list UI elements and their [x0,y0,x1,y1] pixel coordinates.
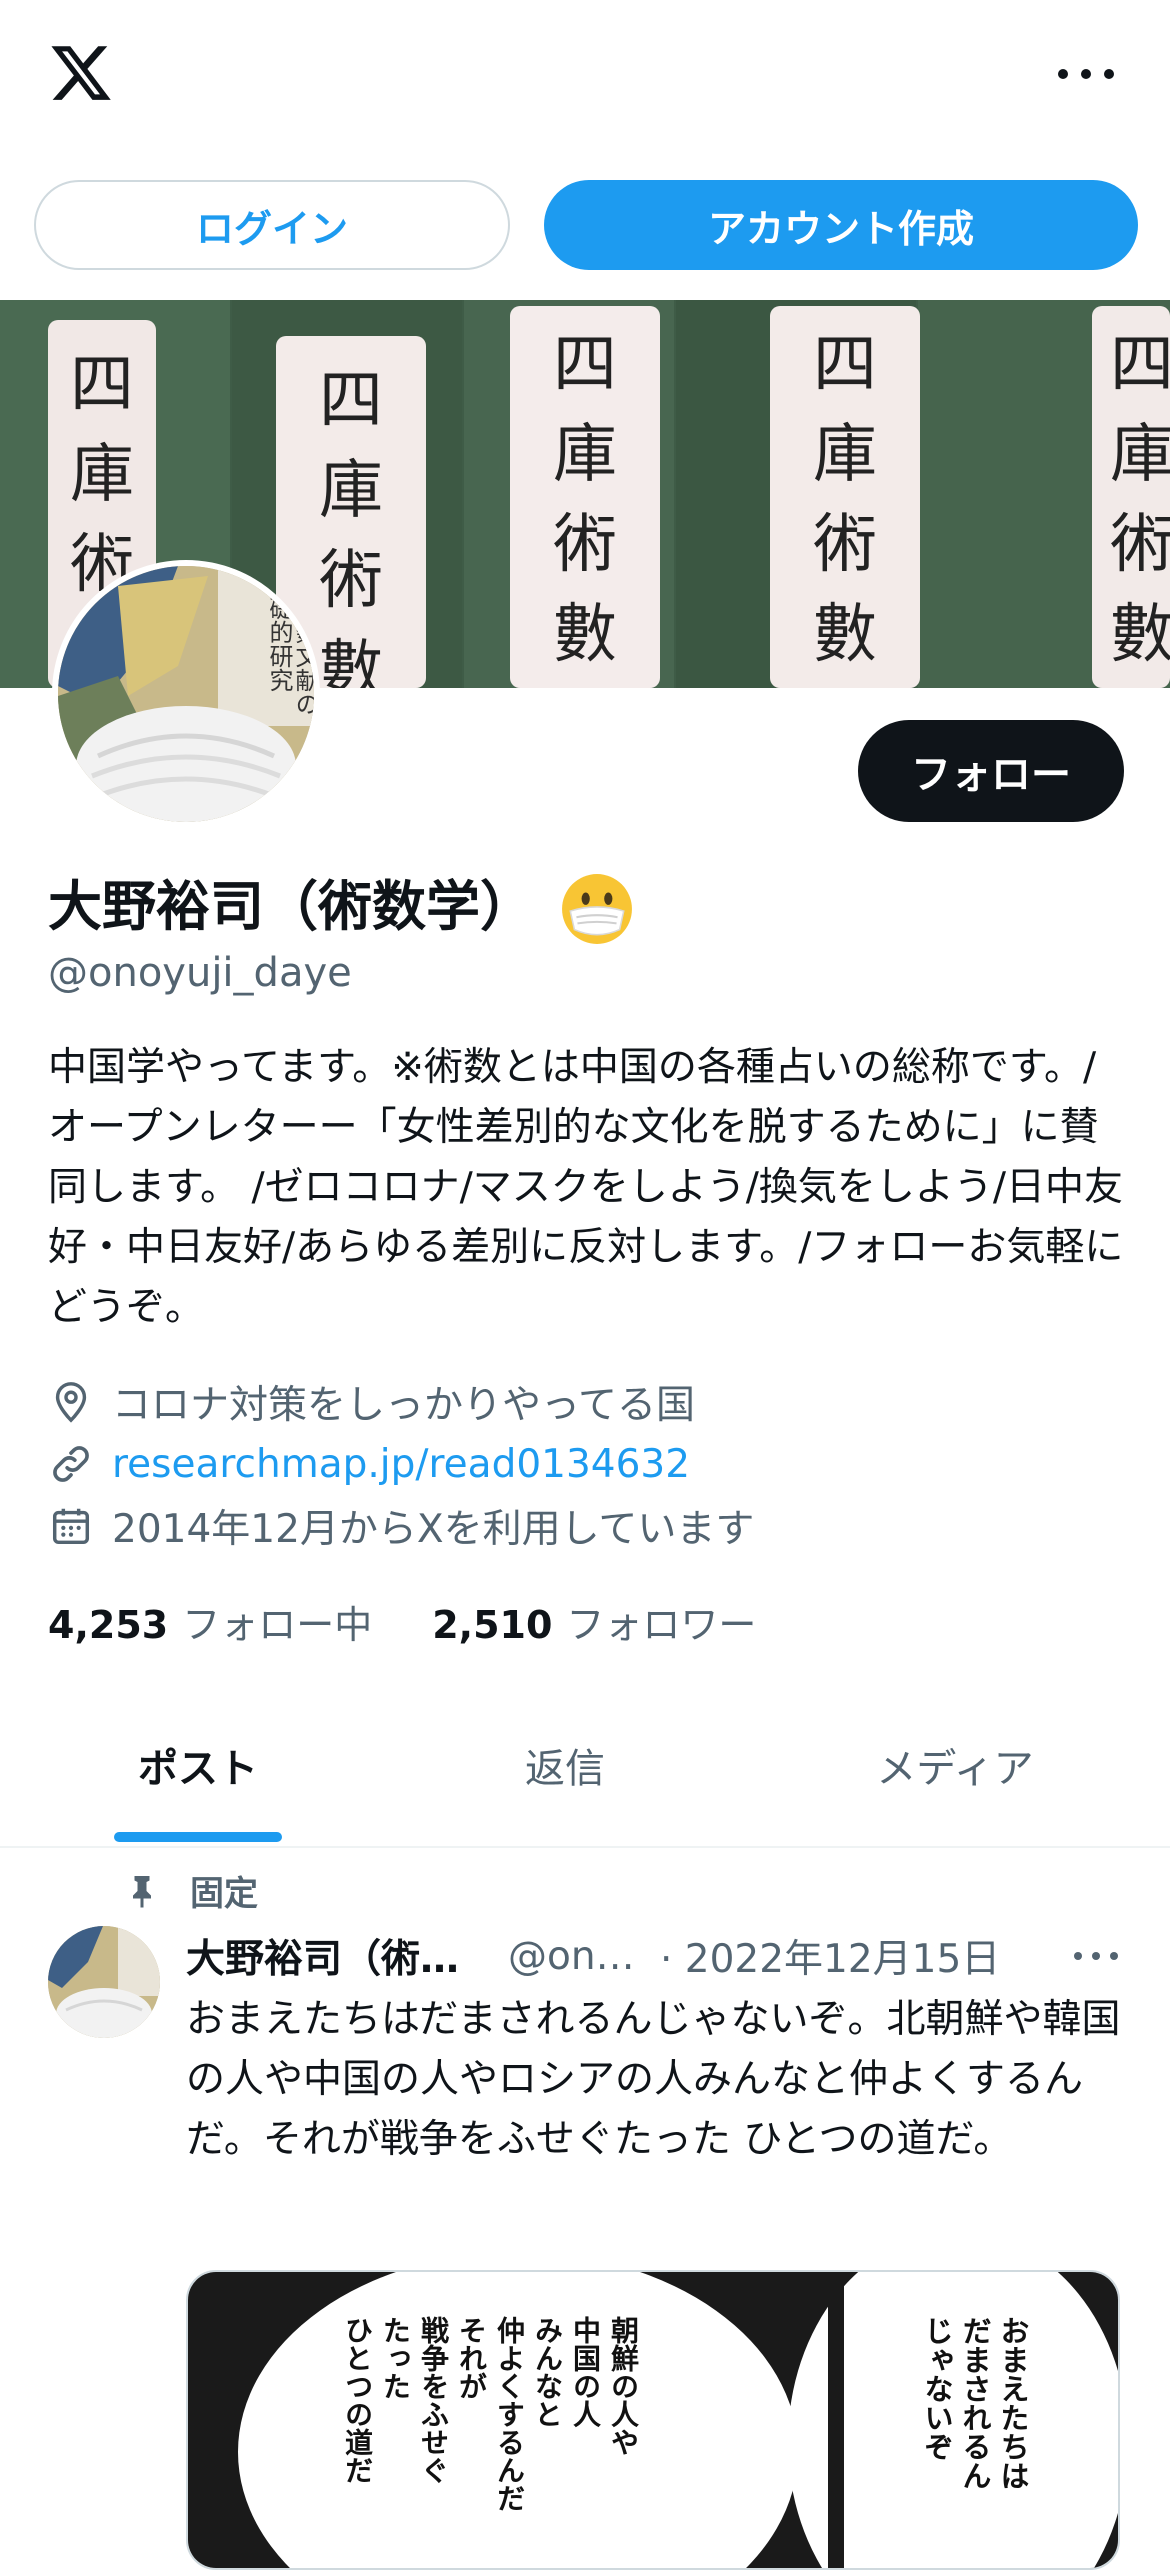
bubble-line: 仲よくするんだ [493,2316,526,2512]
website-link[interactable]: researchmap.jp/read0134632 [112,1442,690,1487]
post-text: おまえたちはだまされるんじゃないぞ。北朝鮮や韓国の人や中国の人やロシアの人みんな… [186,1997,1121,2162]
bubble-line: おまえたちは [996,2316,1030,2490]
following-label: フォロー中 [182,1603,373,1647]
bubble-line: 戦争をふせぐ [417,2316,450,2484]
banner-spine-text-3: 四庫術數類叢書 [553,328,617,672]
bubble-line: だまされるん [958,2316,992,2490]
bubble-line: それが [455,2316,488,2400]
speech-bubble-right: おまえたちは だまされるん じゃないぞ [918,2316,1032,2566]
profile-avatar[interactable]: 漢術数文献の基礎的研究 [52,560,320,828]
post-avatar-image [48,1926,160,2038]
banner-spine-text-4: 四庫術數類叢書 [813,328,877,672]
post-image[interactable]: おまえたちは だまされるん じゃないぞ 朝鮮の人や 中国の人 みんなと 仲よくす… [186,2270,1120,2570]
signup-button[interactable]: アカウント作成 [544,180,1138,270]
profile-handle: @onoyuji_daye [48,950,352,996]
followers-count: 2,510 [432,1603,553,1647]
post-more-icon[interactable] [1074,1946,1118,1966]
calendar-icon [52,1508,90,1545]
followers-stat[interactable]: 2,510 フォロワー [432,1594,756,1649]
post-author-avatar[interactable] [48,1926,160,2038]
profile-website[interactable]: researchmap.jp/read0134632 [48,1436,690,1492]
login-button[interactable]: ログイン [34,180,510,270]
followers-label: フォロワー [566,1603,757,1647]
location-text: コロナ対策をしっかりやってる国 [112,1383,696,1428]
profile-joined-date: 2014年12月からXを利用しています [48,1498,754,1554]
banner-spine-text-2: 四庫術數類叢書 [319,364,383,688]
bubble-line: みんなと [531,2316,564,2428]
following-stat[interactable]: 4,253 フォロー中 [48,1594,372,1649]
pinned-label: 固定 [190,1874,258,1914]
post-date[interactable]: · 2022年12月15日 [660,1928,1000,1984]
bubble-line: じゃないぞ [920,2316,954,2461]
bubble-line: ひとつの道だ [341,2316,374,2484]
tab-divider [0,1846,1170,1848]
more-horizontal-icon[interactable] [1058,62,1114,86]
pin-icon [133,1875,151,1907]
follow-stats: 4,253 フォロー中 2,510 フォロワー [48,1594,756,1649]
following-count: 4,253 [48,1603,169,1647]
bubble-line: 朝鮮の人や [607,2316,640,2456]
follow-button[interactable]: フォロー [858,720,1124,822]
tab-posts[interactable]: ポスト [114,1730,282,1800]
tab-replies[interactable]: 返信 [470,1730,660,1800]
avatar-book-title: 漢術数文献の基礎的研究 [265,572,318,716]
tab-media[interactable]: メディア [830,1730,1080,1800]
link-icon [53,1446,89,1482]
joined-text: 2014年12月からXを利用しています [112,1507,755,1552]
bubble-line: たった [379,2316,412,2400]
banner-spine-text-5: 四庫術數類叢書 [1110,328,1170,672]
post-author-handle[interactable]: @onoyuji_daye [508,1934,638,1979]
bubble-line: 中国の人 [569,2316,602,2428]
location-pin-icon [55,1382,87,1423]
post-author-name[interactable]: 大野裕司（術数学） [186,1928,482,1984]
speech-bubble-left: 朝鮮の人や 中国の人 みんなと 仲よくするんだ それが 戦争をふせぐ たった ひ… [338,2316,642,2566]
pinned-indicator: 固定 [124,1866,258,1915]
display-name: 大野裕司（術数学） [48,875,534,938]
active-tab-indicator [114,1832,282,1842]
mask-face-emoji-icon [562,874,632,944]
profile-location: コロナ対策をしっかりやってる国 [48,1374,695,1430]
profile-bio: 中国学やってます。※術数とは中国の各種占いの総称です。/オープンレターー「女性差… [48,1045,1124,1330]
x-logo-icon[interactable] [48,40,114,106]
post-header: 大野裕司（術数学） @onoyuji_daye · 2022年12月15日 [186,1928,1136,1984]
